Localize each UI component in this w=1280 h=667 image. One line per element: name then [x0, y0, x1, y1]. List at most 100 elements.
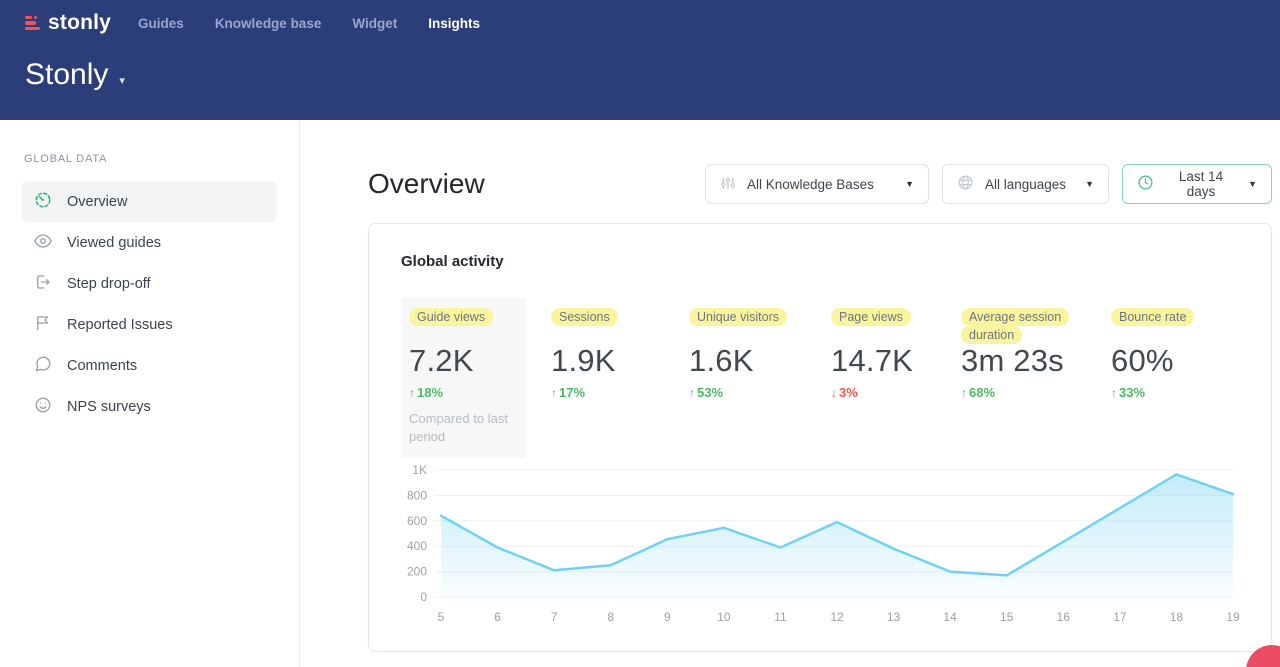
metric-tile-page-views[interactable]: Page views 14.7K ↓3%	[831, 298, 961, 458]
sidebar: GLOBAL DATA Overview Viewed guides	[0, 120, 300, 667]
sidebar-item-label: Viewed guides	[67, 235, 161, 251]
svg-text:11: 11	[774, 610, 787, 624]
metric-value: 3m 23s	[961, 343, 1111, 379]
metric-note: Compared to last period	[409, 410, 518, 446]
date-range-filter-dropdown[interactable]: Last 14 days ▼	[1122, 164, 1272, 204]
chevron-down-icon: ▼	[1248, 179, 1257, 189]
language-filter-dropdown[interactable]: All languages ▼	[942, 164, 1109, 204]
metric-tile-bounce-rate[interactable]: Bounce rate 60% ↑33%	[1111, 298, 1241, 458]
arrow-up-icon: ↑	[961, 386, 967, 400]
eye-icon	[34, 232, 52, 254]
knowledge-base-filter-value: All Knowledge Bases	[747, 177, 874, 192]
sidebar-item-overview[interactable]: Overview	[22, 181, 277, 222]
metric-label: Average session duration	[961, 308, 1069, 344]
nav-item-widget[interactable]: Widget	[352, 16, 397, 31]
metric-label: Guide views	[409, 308, 493, 326]
sidebar-item-label: NPS surveys	[67, 399, 151, 415]
stonly-logo-icon	[25, 16, 41, 30]
nav-item-insights[interactable]: Insights	[428, 16, 480, 31]
sidebar-item-nps-surveys[interactable]: NPS surveys	[22, 386, 277, 427]
metric-delta: ↑53%	[689, 385, 831, 400]
svg-text:0: 0	[420, 590, 427, 604]
metric-label: Bounce rate	[1111, 308, 1194, 326]
svg-text:14: 14	[943, 610, 957, 624]
svg-text:19: 19	[1226, 610, 1240, 624]
svg-text:18: 18	[1170, 610, 1184, 624]
nav-item-guides[interactable]: Guides	[138, 16, 184, 31]
globe-icon	[957, 174, 974, 194]
svg-text:16: 16	[1057, 610, 1071, 624]
language-filter-value: All languages	[985, 177, 1066, 192]
sidebar-section-label: GLOBAL DATA	[24, 153, 299, 165]
page-title: Overview	[368, 168, 485, 200]
svg-text:400: 400	[407, 539, 427, 553]
sidebar-item-label: Step drop-off	[67, 276, 151, 292]
stonly-logo[interactable]: stonly	[25, 11, 111, 35]
svg-text:1K: 1K	[412, 463, 427, 477]
sidebar-item-label: Reported Issues	[67, 317, 173, 333]
flag-icon	[34, 314, 52, 336]
chevron-down-icon: ▼	[1085, 179, 1094, 189]
metric-tile-avg-session-duration[interactable]: Average session duration 3m 23s ↑68%	[961, 298, 1111, 458]
metric-delta: ↑33%	[1111, 385, 1241, 400]
sidebar-item-label: Overview	[67, 194, 127, 210]
sidebar-item-step-drop-off[interactable]: Step drop-off	[22, 263, 277, 304]
metrics-row: Guide views 7.2K ↑18% Compared to last p…	[401, 298, 1241, 458]
svg-text:600: 600	[407, 514, 427, 528]
metric-delta: ↑68%	[961, 385, 1111, 400]
filters-bar: All Knowledge Bases ▼ All languages ▼	[705, 164, 1272, 204]
knowledge-base-filter-dropdown[interactable]: All Knowledge Bases ▼	[705, 164, 929, 204]
metric-delta: ↓3%	[831, 385, 961, 400]
main-content: Overview All Knowledge Bases ▼	[300, 120, 1280, 667]
global-activity-card: Global activity Guide views 7.2K ↑18% Co…	[368, 223, 1272, 652]
stonly-logo-text: stonly	[48, 11, 111, 35]
svg-text:8: 8	[607, 610, 614, 624]
metric-tile-guide-views[interactable]: Guide views 7.2K ↑18% Compared to last p…	[401, 298, 526, 458]
metric-delta: ↑17%	[551, 385, 689, 400]
svg-text:17: 17	[1113, 610, 1127, 624]
metric-value: 60%	[1111, 343, 1241, 379]
workspace-selector[interactable]: Stonly ▾	[25, 58, 125, 92]
sidebar-item-comments[interactable]: Comments	[22, 345, 277, 386]
global-activity-chart: 0 200 400 600 800 1K 5 6 7 8 9 10 11 12 13 14 15 16 17 18 19	[396, 458, 1246, 638]
comment-icon	[34, 355, 52, 377]
sidebar-item-viewed-guides[interactable]: Viewed guides	[22, 222, 277, 263]
top-navbar: stonly Guides Knowledge base Widget Insi…	[0, 0, 1280, 120]
svg-text:13: 13	[887, 610, 901, 624]
gauge-icon	[34, 191, 52, 213]
date-range-filter-value: Last 14 days	[1165, 169, 1237, 199]
svg-text:6: 6	[494, 610, 501, 624]
svg-text:12: 12	[830, 610, 844, 624]
svg-text:7: 7	[551, 610, 558, 624]
metric-value: 14.7K	[831, 343, 961, 379]
metric-value: 1.6K	[689, 343, 831, 379]
metric-value: 1.9K	[551, 343, 689, 379]
svg-text:5: 5	[438, 610, 445, 624]
svg-text:9: 9	[664, 610, 671, 624]
metric-label: Sessions	[551, 308, 618, 326]
svg-text:200: 200	[407, 565, 427, 579]
step-exit-icon	[34, 273, 52, 295]
primary-nav: Guides Knowledge base Widget Insights	[138, 16, 480, 31]
chevron-down-icon: ▾	[119, 74, 125, 87]
svg-text:800: 800	[407, 488, 427, 502]
chevron-down-icon: ▼	[905, 179, 914, 189]
nav-item-knowledge-base[interactable]: Knowledge base	[215, 16, 322, 31]
sidebar-item-reported-issues[interactable]: Reported Issues	[22, 304, 277, 345]
sliders-icon	[720, 175, 736, 194]
clock-icon	[1137, 174, 1154, 194]
svg-text:15: 15	[1000, 610, 1014, 624]
metric-value: 7.2K	[409, 343, 518, 379]
svg-text:10: 10	[717, 610, 731, 624]
card-title: Global activity	[401, 253, 504, 270]
smiley-icon	[34, 396, 52, 418]
arrow-down-icon: ↓	[831, 386, 837, 400]
arrow-up-icon: ↑	[689, 386, 695, 400]
metric-tile-unique-visitors[interactable]: Unique visitors 1.6K ↑53%	[689, 298, 831, 458]
arrow-up-icon: ↑	[1111, 386, 1117, 400]
workspace-name: Stonly	[25, 58, 108, 92]
sidebar-item-label: Comments	[67, 358, 137, 374]
metric-label: Unique visitors	[689, 308, 787, 326]
arrow-up-icon: ↑	[409, 386, 415, 400]
metric-tile-sessions[interactable]: Sessions 1.9K ↑17%	[551, 298, 689, 458]
